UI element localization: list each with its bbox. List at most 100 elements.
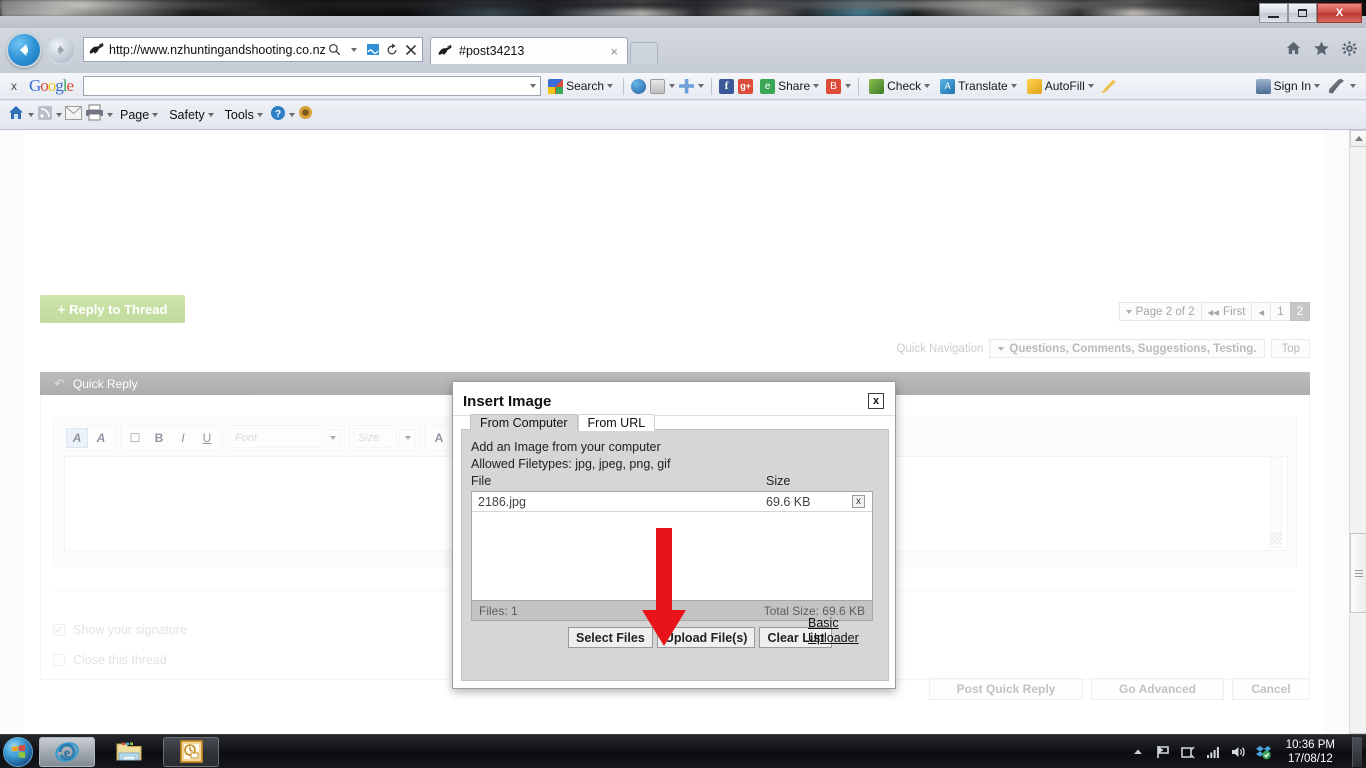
source-mode-icon[interactable]: A bbox=[90, 428, 112, 448]
close-icon[interactable]: × bbox=[607, 44, 621, 59]
show-desktop-button[interactable] bbox=[1352, 736, 1362, 767]
top-button[interactable]: Top bbox=[1271, 339, 1310, 358]
facebook-icon[interactable]: f bbox=[719, 78, 735, 94]
page-menu[interactable]: Page bbox=[116, 108, 162, 122]
gear-icon[interactable] bbox=[1341, 40, 1358, 57]
chevron-down-icon[interactable] bbox=[344, 39, 363, 60]
sign-in-button[interactable]: Sign In bbox=[1253, 78, 1323, 94]
globe-icon[interactable] bbox=[298, 105, 313, 125]
translate-button[interactable]: A Translate bbox=[937, 78, 1020, 94]
rss-icon[interactable] bbox=[37, 105, 53, 126]
show-signature-checkbox[interactable]: ✓ bbox=[53, 624, 65, 636]
chevron-down-icon[interactable] bbox=[845, 84, 852, 88]
chevron-down-icon[interactable] bbox=[288, 113, 295, 117]
removable-media-icon[interactable] bbox=[1180, 744, 1196, 760]
show-hidden-icons[interactable] bbox=[1130, 744, 1146, 760]
page-selector[interactable]: Page 2 of 2 bbox=[1118, 302, 1202, 321]
cancel-button[interactable]: Cancel bbox=[1232, 678, 1310, 700]
chevron-down-icon[interactable] bbox=[56, 113, 62, 117]
go-advanced-button[interactable]: Go Advanced bbox=[1091, 678, 1224, 700]
reply-to-thread-button[interactable]: + Reply to Thread bbox=[40, 295, 185, 323]
page-scrollbar[interactable] bbox=[1349, 130, 1366, 750]
chevron-down-icon[interactable] bbox=[1350, 84, 1356, 88]
tab-post34213[interactable]: #post34213 × bbox=[430, 37, 628, 64]
chevron-down-icon[interactable] bbox=[607, 84, 614, 88]
prev-page-button[interactable]: ◂ bbox=[1251, 302, 1272, 321]
search-icon[interactable] bbox=[325, 39, 344, 60]
wrench-icon[interactable] bbox=[1329, 78, 1344, 94]
tab-from-url[interactable]: From URL bbox=[577, 414, 656, 431]
refresh-icon[interactable] bbox=[382, 39, 401, 60]
close-icon[interactable]: x bbox=[6, 79, 22, 93]
show-signature-row[interactable]: ✓ Show your signature bbox=[53, 623, 187, 637]
autofill-button[interactable]: AutoFill bbox=[1024, 78, 1097, 94]
safety-menu[interactable]: Safety bbox=[165, 108, 217, 122]
spellcheck-button[interactable]: Check bbox=[866, 78, 933, 94]
scrollbar-thumb[interactable] bbox=[1350, 533, 1366, 613]
dropbox-icon[interactable] bbox=[1255, 744, 1271, 760]
taskbar-windows-explorer[interactable] bbox=[101, 737, 157, 767]
remove-file-icon[interactable]: x bbox=[852, 495, 865, 508]
close-thread-checkbox[interactable] bbox=[53, 654, 65, 666]
chevron-down-icon[interactable] bbox=[1314, 84, 1320, 88]
underline-icon[interactable]: U bbox=[196, 428, 218, 448]
maximize-restore-button[interactable] bbox=[1288, 3, 1317, 23]
network-signal-icon[interactable] bbox=[1205, 744, 1221, 760]
quick-navigation-select[interactable]: Questions, Comments, Suggestions, Testin… bbox=[989, 339, 1266, 358]
compatibility-view-icon[interactable] bbox=[363, 39, 382, 60]
minimize-button[interactable] bbox=[1259, 3, 1288, 23]
share-button[interactable]: e Share bbox=[757, 78, 822, 94]
remove-formatting-icon[interactable]: ☐ bbox=[124, 428, 146, 448]
add-icon[interactable] bbox=[679, 78, 695, 94]
editor-resize-handle[interactable] bbox=[1270, 532, 1282, 544]
google-search-input[interactable] bbox=[83, 76, 542, 96]
chevron-down-icon[interactable] bbox=[1087, 84, 1094, 88]
chevron-down-icon[interactable] bbox=[28, 113, 34, 117]
chevron-down-icon[interactable] bbox=[107, 113, 113, 117]
upload-files-button[interactable]: Upload File(s) bbox=[656, 627, 756, 648]
page-1-button[interactable]: 1 bbox=[1270, 302, 1291, 321]
taskbar-outlook[interactable] bbox=[163, 736, 219, 767]
close-thread-row[interactable]: Close this thread bbox=[53, 653, 167, 667]
size-select[interactable]: Size bbox=[353, 428, 397, 448]
font-select[interactable]: Font bbox=[230, 428, 322, 448]
globe-icon[interactable] bbox=[631, 78, 647, 94]
wysiwyg-mode-icon[interactable]: A bbox=[66, 428, 88, 448]
basic-uploader-link[interactable]: Basic Uploader bbox=[808, 616, 880, 646]
chevron-down-icon[interactable] bbox=[1010, 84, 1017, 88]
printer-icon[interactable] bbox=[85, 104, 104, 126]
star-icon[interactable] bbox=[1313, 40, 1330, 57]
scroll-up-icon[interactable] bbox=[1350, 130, 1366, 147]
chevron-down-icon[interactable] bbox=[698, 84, 705, 88]
taskbar-clock[interactable]: 10:36 PM 17/08/12 bbox=[1280, 738, 1341, 766]
action-center-flag-icon[interactable] bbox=[1155, 744, 1171, 760]
select-files-button[interactable]: Select Files bbox=[568, 627, 653, 648]
tools-menu[interactable]: Tools bbox=[221, 108, 267, 122]
blogger-icon[interactable]: B bbox=[826, 78, 842, 94]
chevron-down-icon[interactable] bbox=[399, 429, 416, 447]
pencil-icon[interactable] bbox=[1100, 79, 1116, 94]
taskbar-internet-explorer[interactable]: e bbox=[39, 736, 95, 767]
italic-icon[interactable]: I bbox=[172, 428, 194, 448]
tab-from-computer[interactable]: From Computer bbox=[470, 414, 578, 431]
google-plus-icon[interactable]: g+ bbox=[738, 78, 754, 94]
mail-icon[interactable] bbox=[65, 105, 82, 125]
chevron-down-icon[interactable] bbox=[207, 113, 214, 117]
chevron-down-icon[interactable] bbox=[256, 113, 263, 117]
bookmarks-icon[interactable] bbox=[650, 78, 666, 94]
first-page-button[interactable]: ◂◂ First bbox=[1200, 302, 1253, 321]
collapse-icon[interactable]: ↶ bbox=[54, 376, 65, 392]
bold-icon[interactable]: B bbox=[148, 428, 170, 448]
start-button[interactable] bbox=[3, 736, 33, 767]
volume-icon[interactable] bbox=[1230, 744, 1246, 760]
forward-icon[interactable] bbox=[46, 35, 76, 65]
text-color-icon[interactable]: A bbox=[428, 428, 450, 448]
page-2-button[interactable]: 2 bbox=[1289, 302, 1310, 321]
back-icon[interactable] bbox=[6, 32, 42, 68]
file-list-row[interactable]: 2186.jpg 69.6 KB x bbox=[472, 492, 872, 512]
chevron-down-icon[interactable] bbox=[924, 84, 931, 88]
home-icon[interactable] bbox=[7, 104, 25, 127]
home-icon[interactable] bbox=[1285, 40, 1302, 57]
close-window-button[interactable]: X bbox=[1317, 3, 1362, 23]
chevron-down-icon[interactable] bbox=[530, 84, 537, 88]
